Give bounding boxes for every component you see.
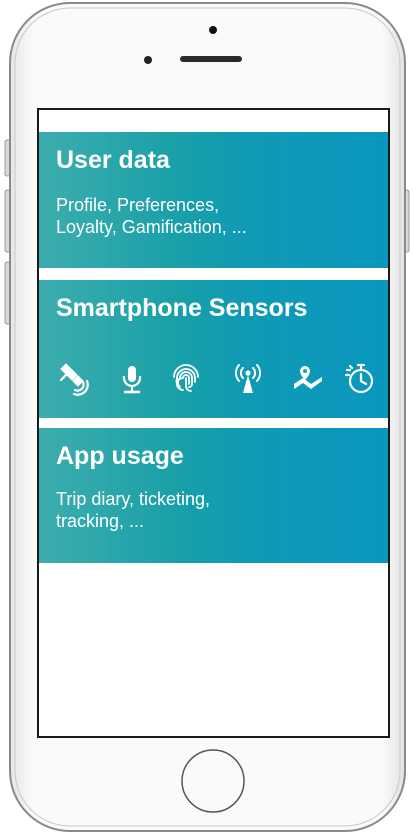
- user-data-card: User data Profile, Preferences, Loyalty,…: [39, 132, 388, 268]
- microphone-icon: [115, 362, 149, 396]
- smartphone-sensors-card: Smartphone Sensors: [39, 280, 388, 418]
- app-usage-title: App usage: [56, 442, 184, 470]
- antenna-icon: [231, 362, 265, 396]
- user-data-description: Profile, Preferences, Loyalty, Gamificat…: [56, 194, 356, 238]
- sensor-icon-row: [39, 362, 388, 398]
- app-usage-desc-line1: Trip diary, ticketing,: [56, 489, 211, 509]
- map-location-icon: [291, 362, 325, 396]
- user-data-desc-line1: Profile, Preferences,: [56, 195, 220, 215]
- satellite-icon: [57, 362, 91, 396]
- stopwatch-icon: [343, 362, 377, 396]
- app-usage-card: App usage Trip diary, ticketing, trackin…: [39, 428, 388, 563]
- front-camera-icon: [144, 56, 152, 64]
- app-usage-desc-line2: tracking, ...: [56, 511, 145, 531]
- user-data-desc-line2: Loyalty, Gamification, ...: [56, 217, 247, 237]
- earpiece-speaker: [180, 56, 242, 62]
- front-sensor-dot: [209, 26, 217, 34]
- smartphone-sensors-title: Smartphone Sensors: [56, 294, 308, 322]
- app-usage-description: Trip diary, ticketing, tracking, ...: [56, 488, 356, 532]
- fingerprint-icon: [169, 362, 203, 396]
- user-data-title: User data: [56, 146, 170, 174]
- phone-screen: User data Profile, Preferences, Loyalty,…: [37, 108, 390, 738]
- home-button: [181, 749, 245, 813]
